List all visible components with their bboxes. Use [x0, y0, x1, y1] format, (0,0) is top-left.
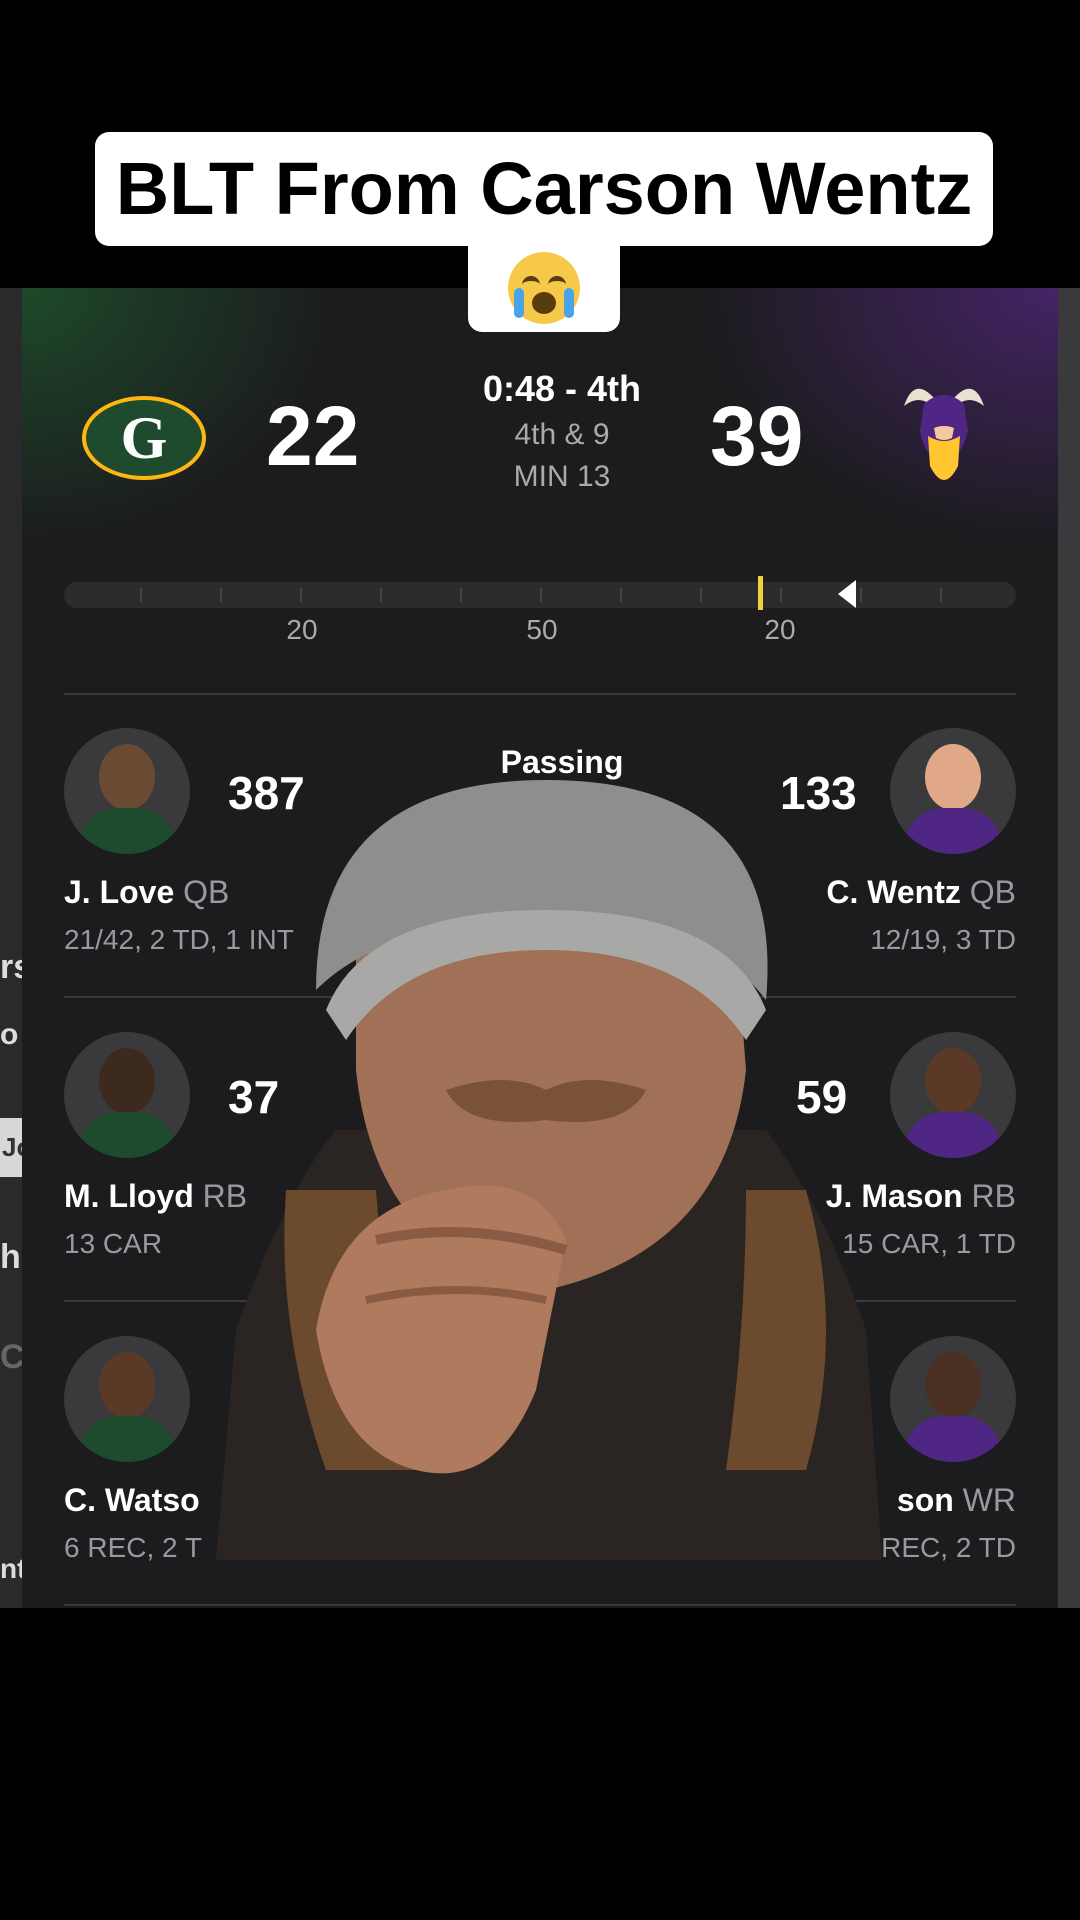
crying-face-icon [508, 252, 580, 324]
ball-spot: MIN 13 [513, 460, 611, 493]
avatar[interactable] [64, 1032, 190, 1158]
player-name[interactable]: son WR [897, 1482, 1016, 1519]
home-score: 22 [266, 389, 360, 483]
away-score: 39 [710, 389, 804, 483]
caption-emoji-box [468, 244, 620, 332]
avatar[interactable] [64, 1336, 190, 1462]
vikings-logo-icon[interactable] [894, 376, 994, 494]
avatar[interactable] [64, 728, 190, 854]
player-name[interactable]: C. Watso [64, 1482, 200, 1519]
field-position-bar [64, 582, 1016, 608]
creator-overlay-video [216, 780, 882, 1560]
yard-label: 20 [286, 614, 318, 645]
game-clock: 0:48 - 4th [482, 368, 642, 409]
divider [64, 1604, 1016, 1606]
first-down-marker [758, 576, 763, 610]
player-statline: 6 REC, 2 T [64, 1532, 202, 1563]
left-background-screen: rs o Jo h C nt [0, 288, 35, 1608]
avatar[interactable] [890, 1032, 1016, 1158]
yard-label: 20 [764, 614, 796, 645]
video-caption: BLT From Carson Wentz [95, 132, 993, 246]
player-statline: 13 CAR [64, 1228, 163, 1259]
ball-position-icon [838, 580, 856, 608]
avatar[interactable] [890, 728, 1016, 854]
down-distance: 4th & 9 [514, 418, 610, 451]
player-statline: 12/19, 3 TD [870, 924, 1016, 955]
yard-label: 50 [526, 614, 558, 645]
packers-logo-icon[interactable]: G [82, 396, 206, 480]
avatar[interactable] [890, 1336, 1016, 1462]
player-name[interactable]: J. Love QB [64, 874, 229, 911]
divider [64, 693, 1016, 695]
right-background-screen [1058, 288, 1080, 1608]
